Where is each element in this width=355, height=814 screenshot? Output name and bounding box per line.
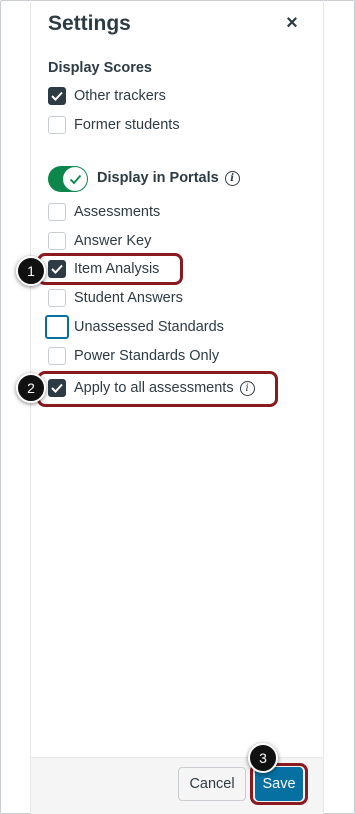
tray-left-border: [30, 0, 31, 814]
callout-highlight-item-analysis: [37, 253, 183, 285]
display-scores-heading: Display Scores: [48, 60, 152, 76]
close-icon[interactable]: ×: [283, 12, 301, 34]
checkbox-other-trackers[interactable]: Other trackers: [48, 85, 166, 107]
callout-badge-3: 3: [248, 743, 278, 773]
checkbox-unchecked-icon[interactable]: [48, 116, 66, 134]
checkbox-unchecked-icon[interactable]: [48, 232, 66, 250]
display-in-portals-label: Display in Portals i: [97, 170, 240, 186]
checkbox-label: Other trackers: [74, 88, 166, 104]
checkbox-student-answers[interactable]: Student Answers: [48, 287, 183, 309]
checkbox-unchecked-icon[interactable]: [48, 347, 66, 365]
checkbox-label: Student Answers: [74, 290, 183, 306]
checkbox-checked-icon[interactable]: [48, 87, 66, 105]
callout-highlight-apply-all: [37, 371, 278, 407]
display-in-portals-toggle[interactable]: [48, 166, 88, 192]
callout-badge-2: 2: [16, 373, 46, 403]
checkbox-answer-key[interactable]: Answer Key: [48, 230, 151, 252]
checkbox-power-standards-only[interactable]: Power Standards Only: [48, 345, 219, 367]
checkbox-unassessed-standards[interactable]: Unassessed Standards: [45, 315, 224, 339]
checkbox-label: Answer Key: [74, 233, 152, 249]
checkbox-label: Power Standards Only: [74, 348, 220, 364]
checkbox-label: Unassessed Standards: [74, 319, 224, 335]
checkbox-former-students[interactable]: Former students: [48, 114, 180, 136]
checkbox-assessments[interactable]: Assessments: [48, 201, 160, 223]
checkbox-label: Assessments: [74, 204, 161, 220]
tray-right-border: [323, 0, 324, 814]
checkbox-unchecked-icon[interactable]: [48, 289, 66, 307]
info-icon[interactable]: i: [224, 170, 240, 186]
checkbox-label: Former students: [74, 117, 180, 133]
tray-title: Settings: [48, 12, 131, 35]
checkbox-focused-icon[interactable]: [45, 315, 69, 339]
checkbox-unchecked-icon[interactable]: [48, 203, 66, 221]
cancel-button[interactable]: Cancel: [178, 767, 246, 801]
callout-badge-1: 1: [16, 256, 46, 286]
toggle-check-icon: [63, 167, 87, 191]
